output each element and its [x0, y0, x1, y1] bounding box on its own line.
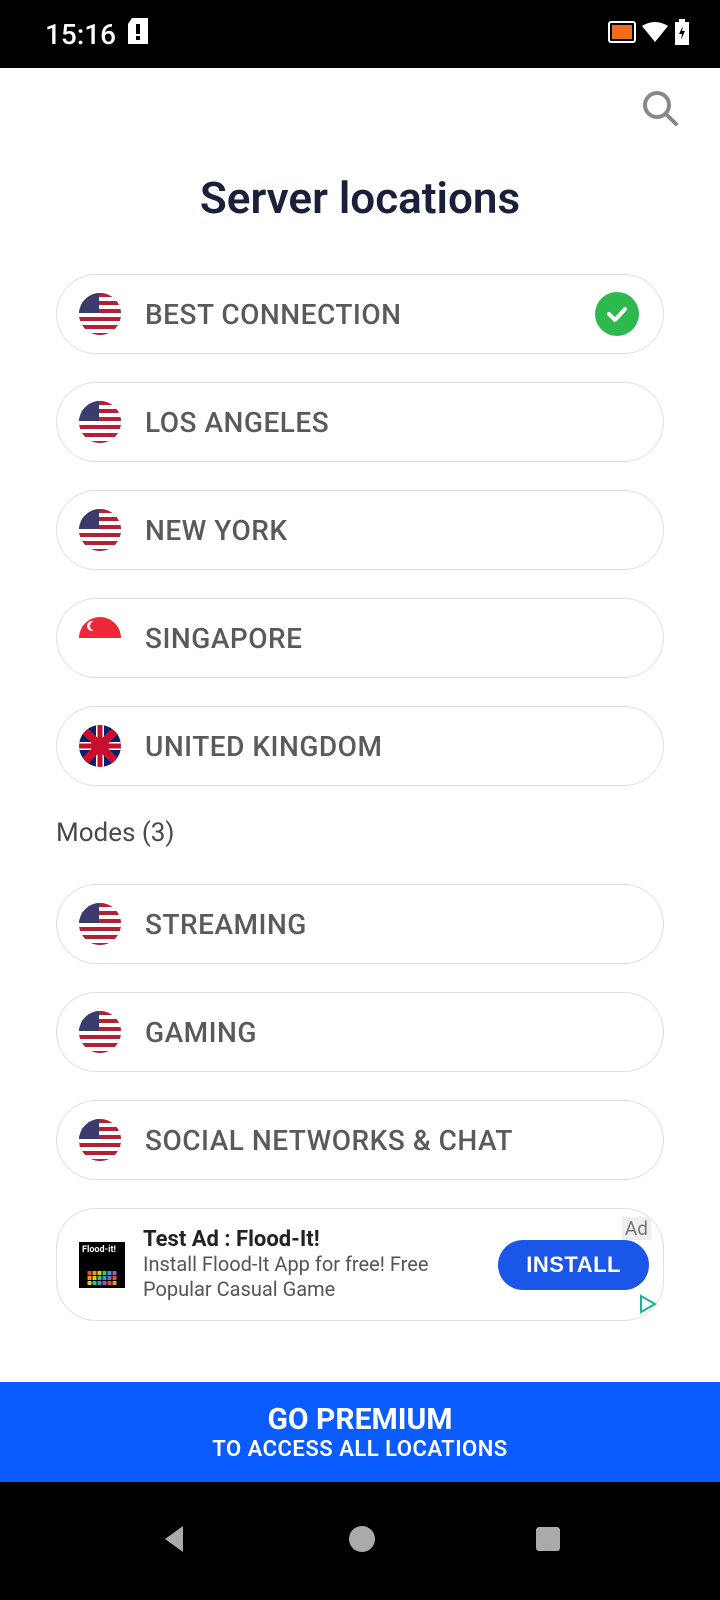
server-item-los-angeles[interactable]: LOS ANGELES: [56, 382, 664, 462]
mode-item-gaming[interactable]: GAMING: [56, 992, 664, 1072]
ad-tag: Ad: [622, 1217, 651, 1240]
nav-recent-icon[interactable]: [533, 1524, 563, 1558]
ad-card[interactable]: Ad Flood-it! Test Ad : Flood-It! Install…: [56, 1208, 664, 1321]
flag-icon-us: [79, 903, 121, 945]
flag-icon-us: [79, 509, 121, 551]
modes-list: STREAMING GAMING SOCIAL NETWORKS & CHAT: [0, 884, 720, 1180]
flag-icon-us: [79, 293, 121, 335]
flag-icon-us: [79, 1119, 121, 1161]
nav-back-icon[interactable]: [157, 1522, 191, 1560]
selected-check-icon: [595, 292, 639, 336]
flag-icon-sg: [79, 617, 121, 659]
battery-charging-icon: [674, 19, 690, 49]
cast-icon: [608, 21, 636, 47]
mode-label: STREAMING: [145, 908, 307, 941]
navigation-bar: [0, 1482, 720, 1600]
status-time: 15:16: [45, 18, 116, 51]
server-item-united-kingdom[interactable]: UNITED KINGDOM: [56, 706, 664, 786]
mode-item-streaming[interactable]: STREAMING: [56, 884, 664, 964]
server-label: UNITED KINGDOM: [145, 730, 382, 763]
server-label: LOS ANGELES: [145, 406, 329, 439]
flag-icon-us: [79, 1011, 121, 1053]
adchoices-icon[interactable]: [637, 1294, 657, 1318]
ad-install-button[interactable]: INSTALL: [498, 1240, 649, 1290]
modes-header: Modes (3): [0, 818, 720, 848]
ad-title: Test Ad : Flood-It!: [143, 1227, 498, 1252]
server-item-singapore[interactable]: SINGAPORE: [56, 598, 664, 678]
page-title: Server locations: [0, 172, 720, 224]
mode-label: GAMING: [145, 1016, 257, 1049]
search-icon[interactable]: [640, 88, 680, 132]
mode-item-social[interactable]: SOCIAL NETWORKS & CHAT: [56, 1100, 664, 1180]
premium-banner[interactable]: GO PREMIUM TO ACCESS ALL LOCATIONS: [0, 1382, 720, 1482]
nav-home-icon[interactable]: [345, 1522, 379, 1560]
flag-icon-us: [79, 401, 121, 443]
premium-title: GO PREMIUM: [267, 1402, 452, 1437]
ad-description: Install Flood-It App for free! Free Popu…: [143, 1252, 498, 1302]
sim-alert-icon: [128, 18, 148, 51]
flag-icon-uk: [79, 725, 121, 767]
mode-label: SOCIAL NETWORKS & CHAT: [145, 1124, 513, 1157]
app-content: Server locations BEST CONNECTION LOS ANG…: [0, 68, 720, 1482]
premium-subtitle: TO ACCESS ALL LOCATIONS: [212, 1437, 507, 1462]
server-item-best-connection[interactable]: BEST CONNECTION: [56, 274, 664, 354]
server-label: BEST CONNECTION: [145, 298, 401, 331]
server-label: NEW YORK: [145, 514, 288, 547]
wifi-icon: [642, 22, 668, 46]
server-list: BEST CONNECTION LOS ANGELES NEW YORK SIN…: [0, 274, 720, 786]
ad-app-icon: Flood-it!: [79, 1242, 125, 1288]
server-label: SINGAPORE: [145, 622, 303, 655]
status-bar: 15:16: [0, 0, 720, 68]
server-item-new-york[interactable]: NEW YORK: [56, 490, 664, 570]
